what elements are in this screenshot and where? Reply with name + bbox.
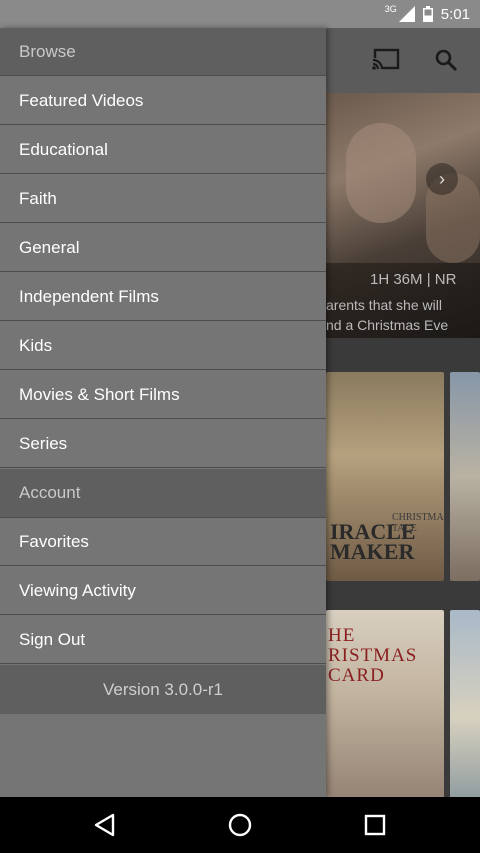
search-icon[interactable] (434, 48, 458, 72)
video-poster[interactable]: IRACLE MAKER CHRISTMAS TALE (326, 372, 449, 581)
hero-meta: 1H 36M | NR (370, 271, 457, 288)
drawer-item-movies-short-films[interactable]: Movies & Short Films (0, 371, 326, 419)
back-icon[interactable] (91, 811, 119, 839)
signal-icon (398, 6, 415, 22)
hero-description-line: nd a Christmas Eve (326, 317, 449, 333)
hero-figure (346, 123, 416, 223)
hero-description-line: arents that she will (326, 297, 442, 313)
poster-title: HE RISTMAS CARD (328, 625, 418, 686)
video-poster[interactable] (450, 610, 480, 825)
browse-section-header: Browse (0, 28, 326, 76)
video-poster[interactable]: HE RISTMAS CARD (326, 610, 444, 825)
drawer-item-series[interactable]: Series (0, 420, 326, 468)
drawer-item-educational[interactable]: Educational (0, 126, 326, 174)
drawer-item-general[interactable]: General (0, 224, 326, 272)
drawer-item-sign-out[interactable]: Sign Out (0, 616, 326, 664)
chevron-right-icon[interactable]: › (426, 163, 458, 195)
navigation-drawer: Browse Featured Videos Educational Faith… (0, 28, 326, 797)
drawer-item-independent-films[interactable]: Independent Films (0, 273, 326, 321)
version-label: Version 3.0.0-r1 (0, 665, 326, 714)
cast-icon[interactable] (372, 48, 400, 70)
drawer-item-faith[interactable]: Faith (0, 175, 326, 223)
drawer-item-featured-videos[interactable]: Featured Videos (0, 77, 326, 125)
clock: 5:01 (440, 5, 470, 23)
poster-tagline: CHRISTMAS TALE (392, 512, 450, 534)
battery-icon (422, 6, 433, 22)
system-navigation-bar (0, 797, 480, 853)
network-type-label: 3G (384, 4, 397, 14)
drawer-item-viewing-activity[interactable]: Viewing Activity (0, 567, 326, 615)
account-section-header: Account (0, 469, 326, 518)
hero-description: arents that she will nd a Christmas Eve (326, 295, 448, 335)
featured-hero-banner[interactable]: › 1H 36M | NR arents that she will nd a … (326, 93, 480, 338)
recents-icon[interactable] (361, 811, 389, 839)
drawer-item-kids[interactable]: Kids (0, 322, 326, 370)
home-icon[interactable] (226, 811, 254, 839)
drawer-item-favorites[interactable]: Favorites (0, 518, 326, 566)
status-bar: 3G 5:01 (0, 0, 480, 28)
video-poster[interactable] (450, 372, 480, 581)
